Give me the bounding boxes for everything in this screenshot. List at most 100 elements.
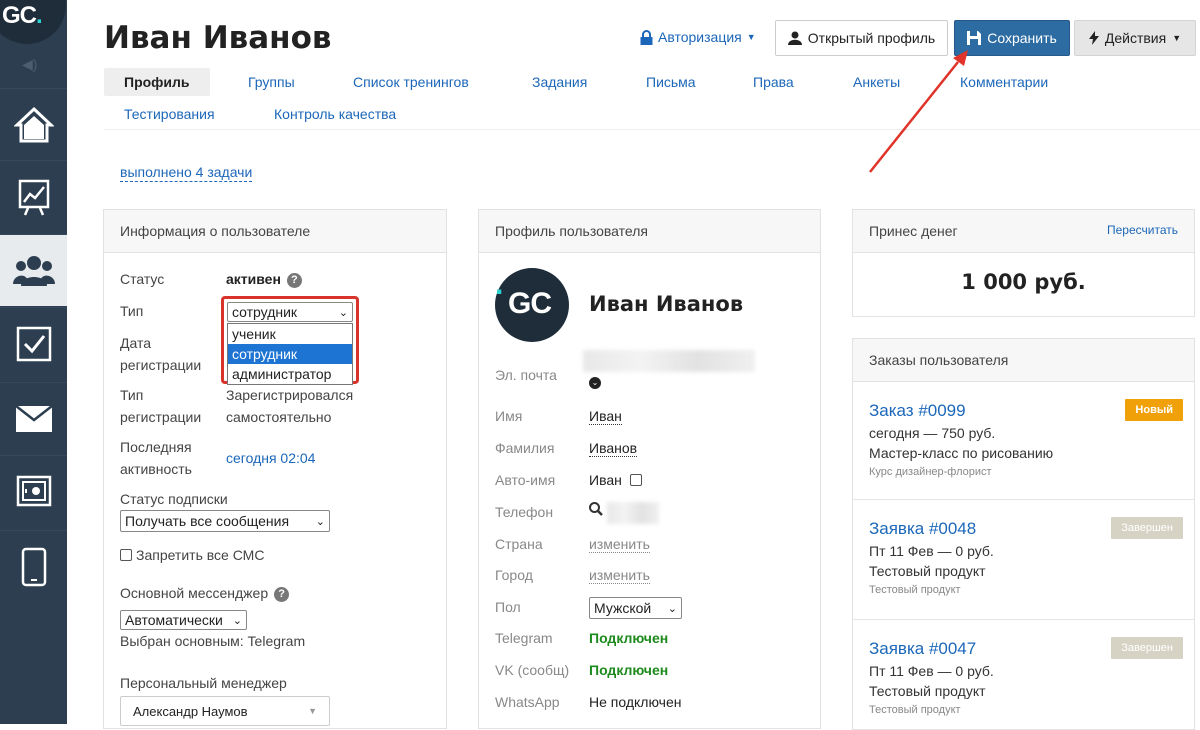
email-redacted — [583, 350, 755, 372]
tab-letters[interactable]: Письма — [646, 74, 696, 90]
gender-select[interactable]: Мужской ⌄ — [589, 597, 682, 619]
open-profile-button[interactable]: Открытый профиль — [775, 20, 948, 56]
subscription-select[interactable]: Получать все сообщения ⌄ — [120, 510, 330, 532]
panel-heading: Заказы пользователя — [853, 339, 1194, 382]
order-product: Тестовый продукт — [869, 563, 986, 579]
chart-icon — [18, 179, 49, 215]
chevron-down-icon: ⌄ — [667, 602, 677, 615]
auto-name-label: Авто-имя — [495, 472, 556, 488]
type-option-admin[interactable]: администратор — [228, 364, 352, 384]
checkbox[interactable] — [120, 549, 132, 561]
sidebar: GC. ◀) — [0, 0, 67, 724]
status-badge: Завершен — [1111, 637, 1183, 659]
help-icon[interactable]: ? — [274, 587, 290, 602]
recalculate-link[interactable]: Пересчитать — [1107, 223, 1178, 237]
order-offer: Тестовый продукт — [869, 704, 961, 716]
order-item[interactable]: Заявка #0048 Завершен Пт 11 Фев — 0 руб.… — [869, 517, 1183, 596]
sidebar-item-reports[interactable] — [0, 160, 67, 232]
checkbox[interactable] — [629, 474, 642, 486]
telegram-label: Telegram — [495, 630, 553, 646]
tab-comments[interactable]: Комментарии — [960, 74, 1048, 90]
page-title: Иван Иванов — [104, 20, 332, 56]
actions-button[interactable]: Действия ▼ — [1074, 20, 1196, 56]
revenue-amount: 1 000 руб. — [961, 270, 1086, 294]
save-label: Сохранить — [987, 30, 1057, 46]
type-option-employee[interactable]: сотрудник — [228, 344, 352, 364]
tab-quality-control[interactable]: Контроль качества — [274, 106, 396, 122]
messenger-label: Основной мессенджер? — [120, 582, 290, 604]
order-item[interactable]: Заявка #0047 Завершен Пт 11 Фев — 0 руб.… — [869, 637, 1183, 716]
tab-testing[interactable]: Тестирования — [124, 106, 215, 122]
tab-rights[interactable]: Права — [753, 74, 794, 90]
caret-down-icon: ▼ — [308, 706, 317, 716]
manager-select[interactable]: Александр Наумов ▼ — [120, 696, 330, 726]
speaker-icon[interactable]: ◀) — [22, 56, 37, 73]
country-change-link[interactable]: изменить — [589, 536, 650, 553]
panel-heading: Профиль пользователя — [479, 210, 820, 253]
first-name-label: Имя — [495, 408, 523, 424]
sidebar-item-mobile[interactable] — [0, 530, 67, 602]
order-offer: Курс дизайнер-флорист — [869, 466, 992, 478]
chevron-circle-icon[interactable]: ⌄ — [589, 374, 601, 389]
order-date-price: Пт 11 Фев — 0 руб. — [869, 663, 994, 679]
auth-dropdown[interactable]: Авторизация ▼ — [640, 29, 756, 45]
tab-profile[interactable]: Профиль — [104, 68, 210, 96]
caret-down-icon: ▼ — [746, 32, 756, 42]
first-name-value[interactable]: Иван — [589, 408, 622, 425]
lightning-icon — [1088, 31, 1099, 45]
city-label: Город — [495, 567, 533, 583]
tasks-done-link[interactable]: выполнено 4 задачи — [120, 164, 253, 182]
vk-label: VK (сообщ) — [495, 662, 570, 678]
profile-name: Иван Иванов — [589, 292, 744, 316]
tab-assignments[interactable]: Задания — [532, 74, 587, 90]
auth-label: Авторизация — [658, 29, 742, 45]
tab-surveys[interactable]: Анкеты — [853, 74, 900, 90]
sidebar-item-messages[interactable] — [0, 382, 67, 454]
home-icon — [13, 106, 54, 142]
tab-trainings[interactable]: Список тренингов — [353, 74, 469, 90]
sidebar-item-users[interactable] — [0, 234, 67, 306]
help-icon[interactable]: ? — [286, 273, 302, 288]
city-change-link[interactable]: изменить — [589, 567, 650, 584]
tabs-bar: Профиль Группы Список тренингов Задания … — [104, 68, 1200, 130]
order-date-price: сегодня — 750 руб. — [869, 425, 996, 441]
lock-icon — [640, 29, 653, 45]
divider — [853, 499, 1194, 500]
orders-panel: Заказы пользователя Заказ #0099 Новый се… — [852, 338, 1195, 730]
subscription-label: Статус подписки — [120, 491, 228, 507]
manager-label: Персональный менеджер — [120, 675, 287, 691]
type-option-student[interactable]: ученик — [228, 324, 352, 344]
last-activity-value[interactable]: сегодня 02:04 — [226, 447, 315, 469]
sidebar-item-tasks[interactable] — [0, 307, 67, 379]
messenger-select[interactable]: Автоматически ⌄ — [120, 610, 247, 630]
user-info-panel: Информация о пользователе Статус активен… — [103, 209, 447, 729]
revenue-panel: Принес денег Пересчитать 1 000 руб. — [852, 209, 1195, 317]
type-select[interactable]: сотрудник ⌄ — [227, 302, 353, 322]
sidebar-item-home[interactable] — [0, 88, 67, 160]
country-label: Страна — [495, 536, 543, 552]
status-label: Статус — [120, 271, 165, 287]
telegram-status: Подключен — [589, 630, 669, 646]
logo[interactable]: GC. — [0, 0, 66, 44]
chevron-down-icon: ⌄ — [232, 614, 242, 627]
chevron-down-icon: ⌄ — [315, 515, 325, 528]
save-button[interactable]: Сохранить — [954, 20, 1070, 56]
status-badge: Новый — [1125, 399, 1183, 421]
gender-label: Пол — [495, 599, 521, 615]
status-value: активен? — [226, 268, 302, 290]
sidebar-item-safe[interactable] — [0, 455, 67, 527]
order-offer: Тестовый продукт — [869, 584, 961, 596]
chevron-down-icon: ⌄ — [338, 306, 348, 319]
order-product: Тестовый продукт — [869, 683, 986, 699]
tab-groups[interactable]: Группы — [248, 74, 295, 90]
open-profile-label: Открытый профиль — [807, 30, 936, 46]
floppy-disk-icon — [967, 31, 982, 45]
order-product: Мастер-класс по рисованию — [869, 445, 1054, 461]
order-item[interactable]: Заказ #0099 Новый сегодня — 750 руб. Мас… — [869, 399, 1183, 478]
order-date-price: Пт 11 Фев — 0 руб. — [869, 543, 994, 559]
type-label: Тип — [120, 303, 144, 319]
search-icon[interactable] — [589, 502, 603, 519]
profile-panel: Профиль пользователя GC. Иван Иванов Эл.… — [478, 209, 821, 729]
last-name-value[interactable]: Иванов — [589, 440, 638, 457]
ban-sms-checkbox[interactable]: Запретить все СМС — [120, 544, 264, 566]
